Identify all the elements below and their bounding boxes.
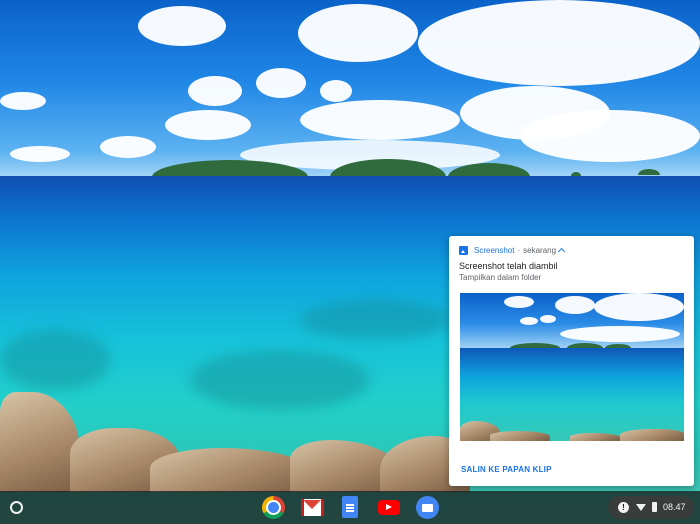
show-in-folder-link[interactable]: Tampilkan dalam folder [459, 273, 541, 282]
reef [300, 300, 450, 340]
cloud [0, 92, 46, 110]
preview-rock [620, 429, 684, 441]
preview-island [567, 343, 603, 348]
cloud [188, 76, 242, 106]
preview-rock [570, 433, 620, 441]
preview-rock [490, 431, 550, 441]
youtube-icon[interactable] [378, 500, 400, 515]
gmail-icon[interactable] [301, 499, 324, 516]
image-icon [459, 245, 468, 255]
screenshot-notification[interactable]: Screenshot · sekarang Screenshot telah d… [449, 236, 694, 486]
status-tray[interactable]: ! 08.47 [608, 496, 694, 519]
preview-cloud [560, 326, 680, 342]
reef [190, 350, 370, 410]
preview-cloud [520, 317, 538, 325]
cloud [520, 110, 700, 162]
files-icon[interactable] [416, 496, 439, 519]
cloud [418, 0, 700, 86]
launcher-icon[interactable] [10, 501, 23, 514]
screenshot-preview[interactable] [460, 293, 684, 441]
rock [150, 448, 310, 492]
cloud [298, 4, 418, 62]
chrome-icon[interactable] [262, 496, 285, 519]
notification-app-name: Screenshot [474, 245, 515, 255]
cloud [165, 110, 251, 140]
notification-title: Screenshot telah diambil [459, 261, 558, 271]
island [638, 169, 660, 175]
cloud [300, 100, 460, 140]
clock: 08.47 [663, 502, 686, 512]
copy-to-clipboard-button[interactable]: SALIN KE PAPAN KLIP [461, 465, 552, 474]
notification-separator: · [517, 245, 521, 255]
shelf [0, 491, 700, 524]
preview-cloud [504, 296, 534, 308]
info-icon: ! [618, 502, 629, 513]
cloud [320, 80, 352, 102]
cloud [100, 136, 156, 158]
cloud [138, 6, 226, 46]
battery-icon [652, 502, 657, 512]
docs-icon[interactable] [342, 496, 358, 518]
preview-cloud [594, 293, 684, 321]
cloud [10, 146, 70, 162]
cloud [256, 68, 306, 98]
preview-island [510, 343, 560, 348]
wifi-icon [636, 504, 646, 511]
preview-island [605, 344, 631, 348]
notification-timestamp: sekarang [523, 245, 557, 255]
preview-cloud [540, 315, 556, 323]
chevron-up-icon[interactable] [558, 247, 566, 255]
notification-header[interactable]: Screenshot · sekarang [459, 244, 566, 256]
preview-cloud [555, 296, 595, 314]
reef [0, 330, 110, 390]
